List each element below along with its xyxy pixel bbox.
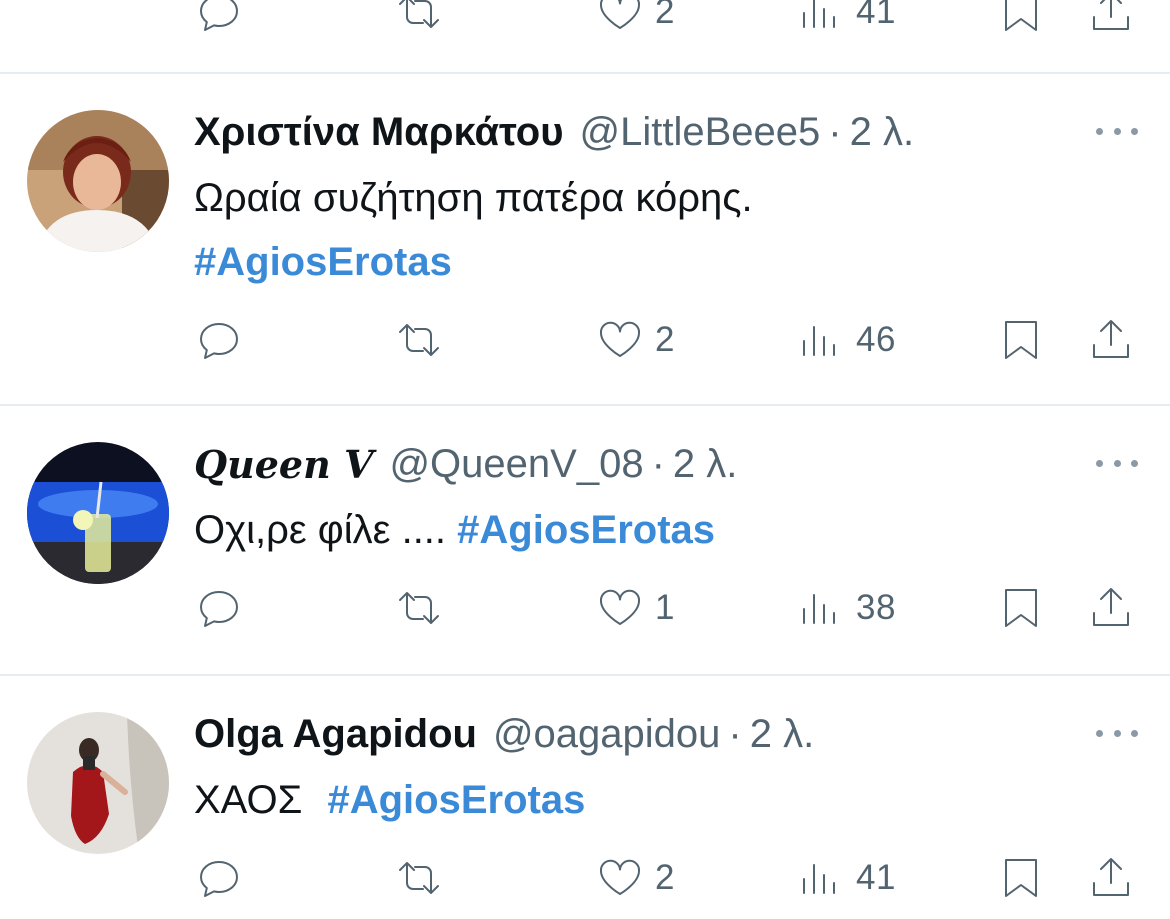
share-icon bbox=[1093, 320, 1129, 358]
user-handle[interactable]: @oagapidou bbox=[493, 712, 720, 757]
tweet-item[interactable]: 𝑸𝒖𝒆𝒆𝒏 𝑽 @QueenV_08 · 2 λ. Οχι,ρε φίλε ..… bbox=[0, 406, 1170, 674]
retweet-icon bbox=[399, 862, 439, 894]
views-icon bbox=[803, 326, 835, 356]
tweet-text: Ωραία συζήτηση πατέρα κόρης. #AgiosErota… bbox=[194, 166, 753, 294]
reply-button[interactable] bbox=[194, 848, 244, 908]
views-button[interactable]: 38 bbox=[796, 578, 896, 638]
views-count: 46 bbox=[856, 320, 896, 359]
like-count: 2 bbox=[655, 0, 675, 31]
tweet-text-line: ΧΑΟΣ bbox=[194, 778, 303, 822]
bookmark-icon bbox=[1005, 589, 1037, 627]
hashtag-link[interactable]: #AgiosErotas bbox=[194, 240, 452, 284]
reply-icon bbox=[200, 0, 238, 31]
like-count: 2 bbox=[655, 858, 675, 897]
more-icon[interactable] bbox=[1096, 727, 1138, 739]
avatar[interactable] bbox=[27, 110, 169, 252]
display-name[interactable]: Olga Agapidou bbox=[194, 712, 477, 757]
tweet-item[interactable]: Χριστίνα Μαρκάτου @LittleBeee5 · 2 λ. Ωρ… bbox=[0, 74, 1170, 404]
tweet-actions-top: 2 41 bbox=[0, 0, 1170, 42]
user-handle[interactable]: @QueenV_08 bbox=[389, 442, 643, 487]
like-button[interactable]: 2 bbox=[595, 0, 675, 42]
reply-button[interactable] bbox=[194, 578, 244, 638]
views-icon bbox=[803, 594, 835, 624]
heart-icon bbox=[599, 321, 641, 357]
more-icon[interactable] bbox=[1096, 457, 1138, 469]
tweet-actions: 2 41 bbox=[0, 848, 1170, 908]
reply-button[interactable] bbox=[194, 0, 244, 42]
views-icon bbox=[803, 0, 835, 28]
timestamp[interactable]: 2 λ. bbox=[673, 442, 737, 487]
bookmark-icon bbox=[1005, 0, 1037, 31]
like-button[interactable]: 2 bbox=[595, 848, 675, 908]
retweet-icon bbox=[399, 0, 439, 28]
tweet-header: Χριστίνα Μαρκάτου @LittleBeee5 · 2 λ. bbox=[194, 106, 914, 158]
retweet-icon bbox=[399, 324, 439, 356]
retweet-icon bbox=[399, 592, 439, 624]
share-button[interactable] bbox=[1086, 0, 1136, 42]
share-icon bbox=[1093, 588, 1129, 626]
views-count: 41 bbox=[856, 0, 896, 31]
reply-icon bbox=[200, 591, 238, 627]
views-button[interactable]: 41 bbox=[796, 848, 896, 908]
separator: · bbox=[651, 441, 665, 486]
retweet-button[interactable] bbox=[394, 0, 444, 42]
separator: · bbox=[828, 109, 842, 154]
like-count: 2 bbox=[655, 320, 675, 359]
tweet-actions: 2 46 bbox=[0, 310, 1170, 370]
separator: · bbox=[728, 711, 742, 756]
tweet-actions: 1 38 bbox=[0, 578, 1170, 638]
like-button[interactable]: 1 bbox=[595, 578, 675, 638]
views-button[interactable]: 41 bbox=[796, 0, 896, 42]
views-icon bbox=[803, 864, 835, 894]
reply-icon bbox=[200, 323, 238, 359]
bookmark-icon bbox=[1005, 321, 1037, 359]
user-handle[interactable]: @LittleBeee5 bbox=[580, 110, 821, 155]
share-icon bbox=[1093, 0, 1129, 30]
display-name[interactable]: Χριστίνα Μαρκάτου bbox=[194, 110, 564, 155]
share-button[interactable] bbox=[1086, 578, 1136, 638]
avatar[interactable] bbox=[27, 442, 169, 584]
share-icon bbox=[1093, 858, 1129, 896]
tweet-text: ΧΑΟΣ #AgiosErotas bbox=[194, 768, 585, 832]
heart-icon bbox=[599, 0, 641, 29]
hashtag-link[interactable]: #AgiosErotas bbox=[327, 778, 585, 822]
reply-button[interactable] bbox=[194, 310, 244, 370]
like-button[interactable]: 2 bbox=[595, 310, 675, 370]
bookmark-button[interactable] bbox=[996, 578, 1046, 638]
reply-icon bbox=[200, 861, 238, 897]
hashtag-link[interactable]: #AgiosErotas bbox=[457, 508, 715, 552]
display-name[interactable]: 𝑸𝒖𝒆𝒆𝒏 𝑽 bbox=[194, 442, 373, 487]
tweet-text-line: Ωραία συζήτηση πατέρα κόρης. bbox=[194, 176, 753, 220]
share-button[interactable] bbox=[1086, 310, 1136, 370]
timestamp[interactable]: 2 λ. bbox=[750, 712, 814, 757]
tweet-text: Οχι,ρε φίλε .... #AgiosErotas bbox=[194, 498, 715, 562]
tweet-header: Olga Agapidou @oagapidou · 2 λ. bbox=[194, 708, 814, 760]
heart-icon bbox=[599, 589, 641, 625]
retweet-button[interactable] bbox=[394, 310, 444, 370]
heart-icon bbox=[599, 859, 641, 895]
bookmark-button[interactable] bbox=[996, 310, 1046, 370]
tweet-text-line: Οχι,ρε φίλε .... bbox=[194, 508, 447, 552]
like-count: 1 bbox=[655, 588, 675, 627]
bookmark-button[interactable] bbox=[996, 0, 1046, 42]
views-button[interactable]: 46 bbox=[796, 310, 896, 370]
views-count: 41 bbox=[856, 858, 896, 897]
more-icon[interactable] bbox=[1096, 125, 1138, 137]
retweet-button[interactable] bbox=[394, 848, 444, 908]
tweet-item[interactable]: Olga Agapidou @oagapidou · 2 λ. ΧΑΟΣ #Ag… bbox=[0, 676, 1170, 919]
timestamp[interactable]: 2 λ. bbox=[850, 110, 914, 155]
avatar[interactable] bbox=[27, 712, 169, 854]
tweet-header: 𝑸𝒖𝒆𝒆𝒏 𝑽 @QueenV_08 · 2 λ. bbox=[194, 438, 737, 490]
retweet-button[interactable] bbox=[394, 578, 444, 638]
share-button[interactable] bbox=[1086, 848, 1136, 908]
bookmark-icon bbox=[1005, 859, 1037, 897]
views-count: 38 bbox=[856, 588, 896, 627]
bookmark-button[interactable] bbox=[996, 848, 1046, 908]
